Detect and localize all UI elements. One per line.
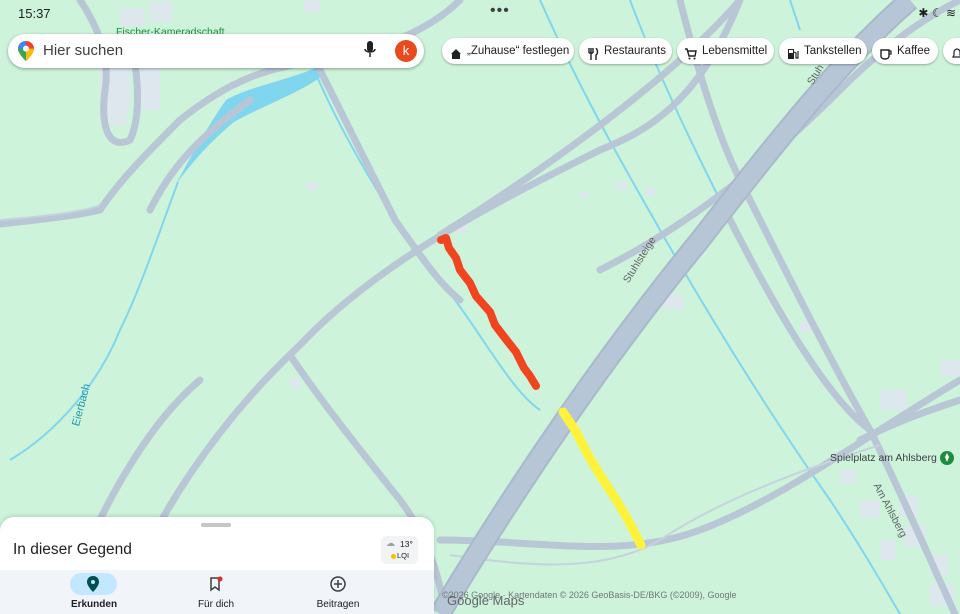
cart-icon: [685, 44, 697, 70]
chip-label: Restaurants: [604, 45, 667, 57]
status-icons: ✱ ☾ ≋: [918, 6, 956, 20]
aqi-label: LQI: [397, 551, 410, 560]
playground-pin-icon[interactable]: [940, 451, 954, 465]
sheet-handle[interactable]: [201, 523, 231, 527]
bluetooth-icon: ✱: [918, 6, 929, 20]
chip-home[interactable]: „Zuhause“ festlegen: [442, 38, 574, 64]
add-circle-icon: [330, 576, 346, 592]
chip-label: Tankstellen: [804, 45, 862, 57]
chip-label: Kaffee: [897, 45, 931, 57]
bookmark-icon: [210, 576, 223, 592]
location-pin-icon: [87, 576, 99, 592]
bell-icon: [951, 44, 960, 70]
moon-icon: ☾: [931, 6, 943, 20]
bottom-nav: Erkunden Für dich Beitragen: [0, 570, 434, 614]
nav-label: Erkunden: [70, 599, 118, 610]
sheet-title: In dieser Gegend: [13, 541, 132, 558]
fork-knife-icon: [587, 44, 599, 70]
aqi-dot: [391, 554, 396, 559]
coffee-icon: [880, 44, 892, 70]
chip-coffee[interactable]: Kaffee: [872, 38, 938, 64]
home-icon: [450, 44, 462, 70]
chip-label: Lebensmittel: [702, 45, 768, 57]
chip-groceries[interactable]: Lebensmittel: [677, 38, 774, 64]
avatar[interactable]: k: [395, 40, 417, 62]
temperature: 13°: [400, 539, 413, 549]
nav-contribute[interactable]: Beitragen: [283, 570, 393, 614]
chip-label: „Zuhause“ festlegen: [467, 45, 570, 57]
chip-gas-stations[interactable]: Tankstellen: [779, 38, 867, 64]
weather-chip[interactable]: ☁ 13° LQI: [381, 536, 418, 564]
search-input[interactable]: Hier suchen: [43, 42, 123, 59]
nav-label: Für dich: [197, 599, 235, 610]
chip-restaurants[interactable]: Restaurants: [579, 38, 672, 64]
wifi-icon: ≋: [945, 6, 956, 20]
search-bar[interactable]: Hier suchen k: [8, 34, 424, 68]
google-maps-logo: Google Maps: [447, 593, 525, 608]
status-dots: •••: [490, 2, 510, 19]
maps-pin-icon: [18, 41, 34, 61]
cloud-icon: ☁: [386, 538, 395, 548]
nav-label: Beitragen: [316, 599, 360, 610]
poi-label-spielplatz[interactable]: Spielplatz am Ahlsberg: [830, 452, 937, 464]
nav-explore[interactable]: Erkunden: [39, 570, 149, 614]
nav-for-you[interactable]: Für dich: [161, 570, 271, 614]
fuel-icon: [787, 44, 799, 70]
mic-icon[interactable]: [364, 41, 376, 59]
status-time: 15:37: [18, 6, 51, 21]
